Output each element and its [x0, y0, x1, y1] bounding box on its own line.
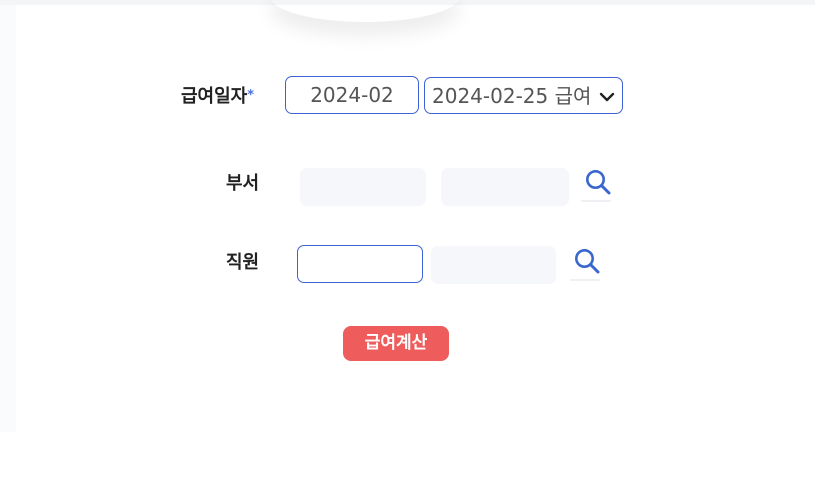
chevron-down-icon: [599, 92, 615, 102]
department-label: 부서: [226, 172, 259, 196]
left-gutter: [0, 0, 16, 432]
department-label-text: 부서: [226, 173, 260, 194]
employee-label: 직원: [226, 251, 259, 275]
pay-date-select-value: 2024-02-25 급여: [432, 84, 592, 108]
pay-date-label: 급여일자*: [181, 84, 254, 109]
pay-month-input[interactable]: 2024-02: [285, 76, 419, 114]
pay-date-select[interactable]: 2024-02-25 급여: [424, 77, 623, 114]
employee-label-text: 직원: [226, 252, 260, 273]
department-code-field: [300, 168, 426, 206]
pay-month-value: 2024-02: [310, 83, 394, 107]
calculate-pay-button[interactable]: 급여계산: [343, 326, 449, 361]
employee-code-input[interactable]: [297, 245, 423, 283]
search-icon: [586, 170, 611, 195]
required-mark: *: [247, 88, 255, 103]
pay-date-label-text: 급여일자: [181, 86, 248, 107]
top-shadow-decoration: [270, 0, 460, 22]
search-icon: [575, 249, 600, 274]
employee-search-button[interactable]: [570, 245, 600, 281]
department-name-field: [441, 168, 569, 206]
department-search-button[interactable]: [581, 166, 611, 202]
employee-name-field: [431, 246, 556, 284]
